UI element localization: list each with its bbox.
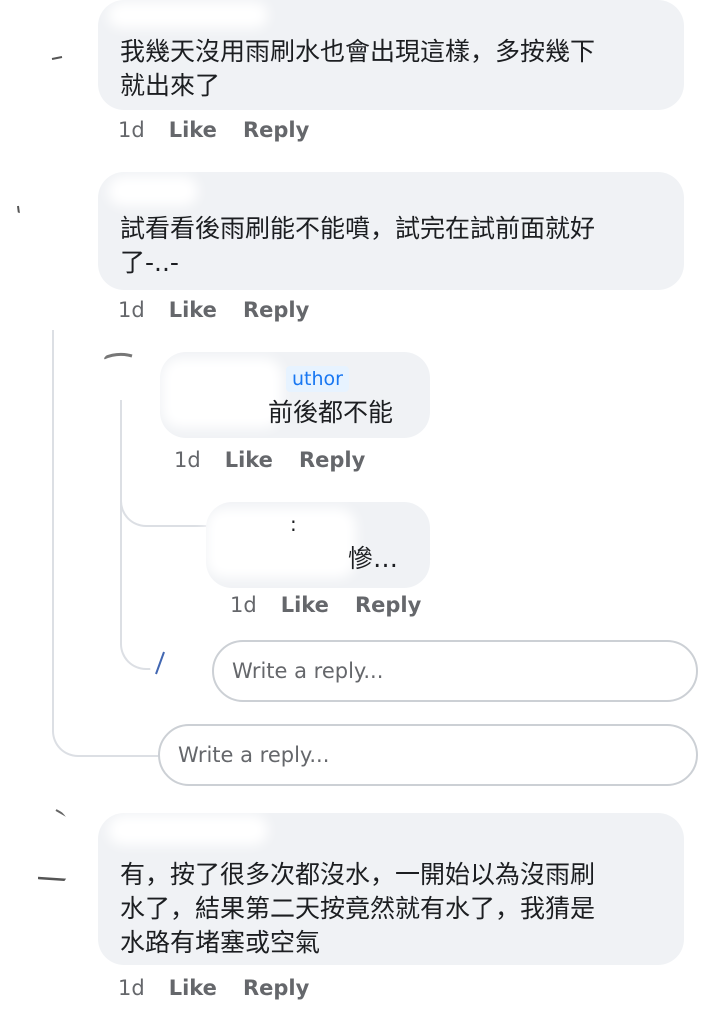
- thread-reply-input[interactable]: [158, 724, 698, 786]
- commenter-name-redacted: [108, 176, 198, 206]
- reply-bubble: uthor 前後都不能: [160, 352, 430, 438]
- author-badge: uthor: [286, 366, 349, 392]
- reply-text: 慘…: [348, 544, 399, 573]
- reply-timestamp: 1d: [174, 448, 201, 472]
- reply-timestamp: 1d: [230, 593, 257, 617]
- replier-name-fragment: :: [290, 512, 297, 536]
- nested-reply-input[interactable]: [212, 640, 698, 702]
- reply-button[interactable]: Reply: [243, 976, 309, 1000]
- comment-timestamp: 1d: [118, 118, 145, 142]
- comment-timestamp: 1d: [118, 298, 145, 322]
- avatar[interactable]: [40, 35, 80, 75]
- avatar[interactable]: [4, 170, 48, 214]
- commenter-name-redacted: [108, 2, 268, 28]
- reply-actions: 1d Like Reply: [174, 448, 391, 472]
- like-button[interactable]: Like: [169, 976, 217, 1000]
- nested-reply-field[interactable]: [214, 659, 696, 683]
- replier-name-redacted: [162, 358, 282, 428]
- replier-name-redacted: [206, 508, 356, 578]
- reply-button[interactable]: Reply: [355, 593, 421, 617]
- like-button[interactable]: Like: [169, 298, 217, 322]
- comment-bubble: 我幾天沒用雨刷水也會出現這樣，多按幾下 就出來了: [98, 0, 684, 110]
- comment-text: 試看看後雨刷能不能噴，試完在試前面就好 了-..-: [120, 214, 596, 277]
- reply-text: 前後都不能: [268, 398, 394, 427]
- comment-text: 有，按了很多次都沒水，一開始以為沒雨刷 水了，結果第二天按竟然就有水了，我猜是 …: [120, 860, 596, 957]
- comment-text: 我幾天沒用雨刷水也會出現這樣，多按幾下 就出來了: [120, 37, 596, 100]
- reply-button[interactable]: Reply: [243, 298, 309, 322]
- like-button[interactable]: Like: [225, 448, 273, 472]
- like-button[interactable]: Like: [169, 118, 217, 142]
- reply-button[interactable]: Reply: [299, 448, 365, 472]
- like-button[interactable]: Like: [281, 593, 329, 617]
- comment-actions: 1d Like Reply: [118, 976, 335, 1000]
- comment-bubble: 有，按了很多次都沒水，一開始以為沒雨刷 水了，結果第二天按竟然就有水了，我猜是 …: [98, 813, 684, 965]
- thread-line-nested-inner: [120, 485, 212, 527]
- avatar[interactable]: [100, 350, 140, 390]
- thread-line-nested: [120, 400, 172, 670]
- comment-timestamp: 1d: [118, 976, 145, 1000]
- comment-actions: 1d Like Reply: [118, 298, 335, 322]
- reply-actions: 1d Like Reply: [230, 593, 447, 617]
- reply-bubble: : 慘…: [206, 502, 430, 588]
- commenter-name-redacted: [108, 815, 268, 845]
- reply-button[interactable]: Reply: [243, 118, 309, 142]
- current-user-avatar: [150, 646, 190, 686]
- thread-reply-field[interactable]: [160, 743, 696, 767]
- comment-bubble: 試看看後雨刷能不能噴，試完在試前面就好 了-..-: [98, 172, 684, 290]
- comment-actions: 1d Like Reply: [118, 118, 335, 142]
- avatar[interactable]: [30, 808, 74, 888]
